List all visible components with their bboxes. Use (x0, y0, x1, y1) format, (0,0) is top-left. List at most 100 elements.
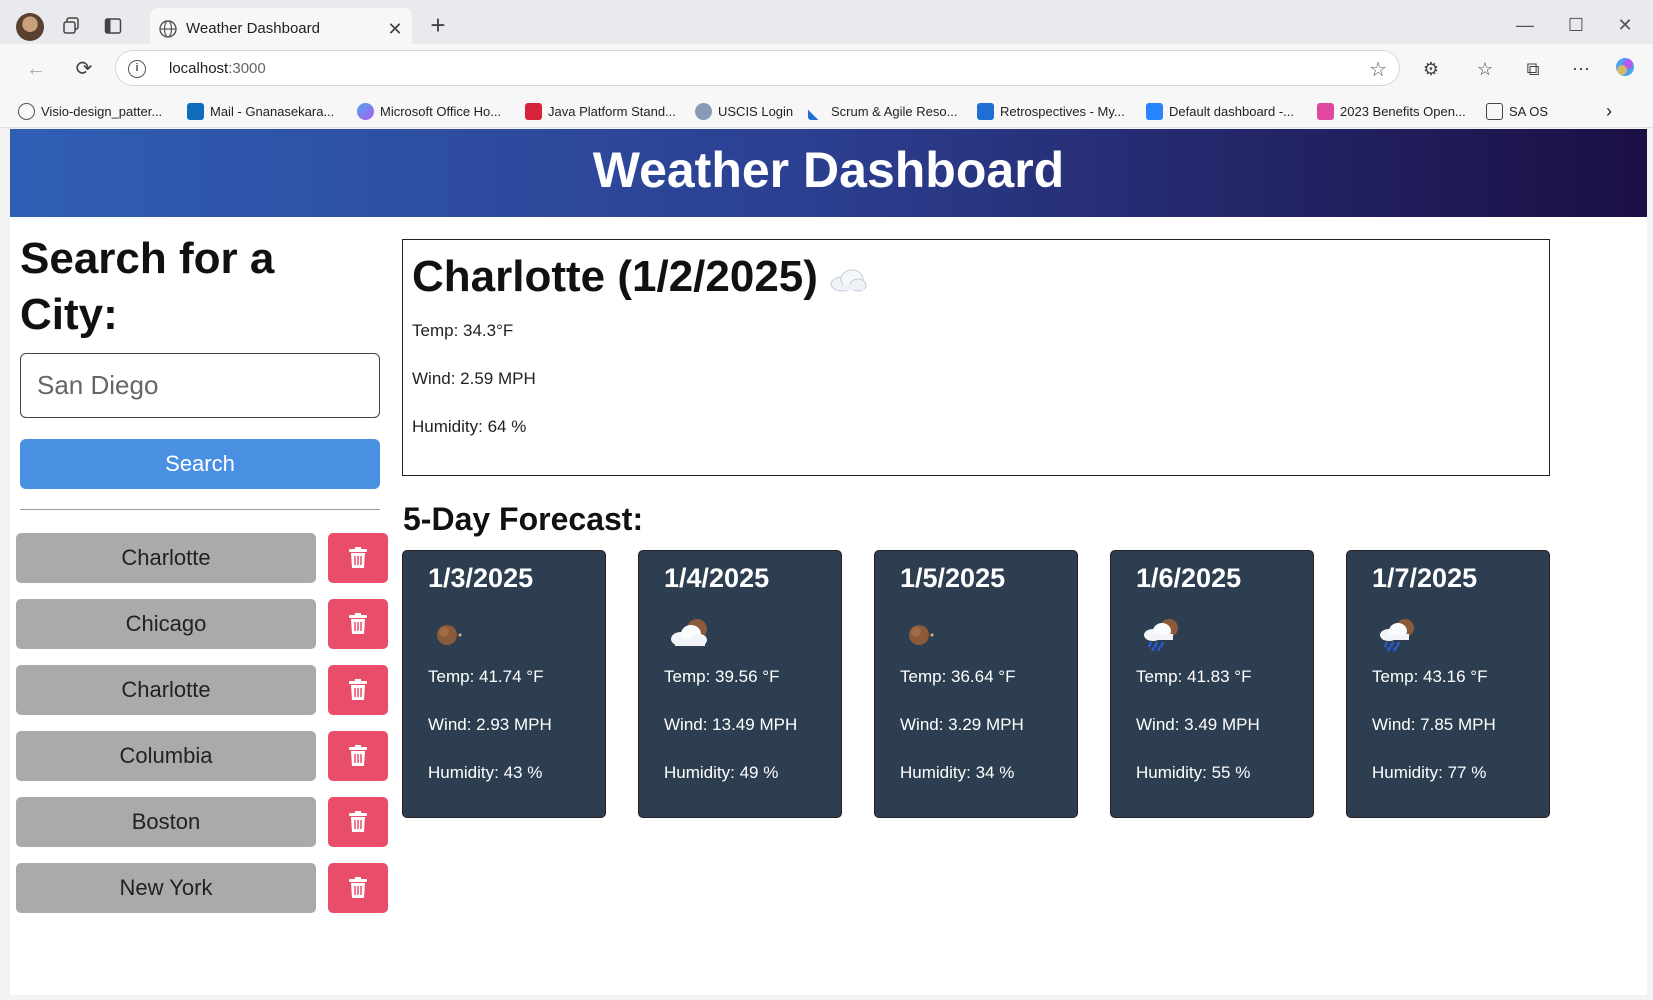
bookmark-item[interactable]: SA OS (1486, 100, 1548, 122)
jira-icon (1146, 102, 1163, 120)
delete-city-button[interactable] (328, 731, 388, 781)
search-history-list: Charlotte Chicago Charlotte Columbia Bos… (16, 533, 396, 929)
tab-title: Weather Dashboard (186, 20, 320, 37)
retrospectives-icon (977, 102, 994, 120)
more-menu-icon[interactable]: ⋯ (1568, 56, 1594, 82)
rain-night-icon (1139, 613, 1189, 653)
browser-window: Weather Dashboard ✕ + — ☐ ✕ ← ⟳ i localh… (0, 0, 1653, 1000)
app-header: Weather Dashboard (10, 129, 1647, 217)
search-button[interactable]: Search (20, 439, 380, 489)
bookmark-item[interactable]: Java Platform Stand... (525, 100, 676, 122)
copilot-icon[interactable] (1612, 56, 1638, 82)
forecast-date: 1/4/2025 (664, 563, 770, 593)
delete-city-button[interactable] (328, 863, 388, 913)
delete-city-button[interactable] (328, 599, 388, 649)
extensions-icon[interactable]: ⚙ (1418, 56, 1444, 82)
history-city-button[interactable]: Charlotte (16, 533, 316, 583)
forecast-card: 1/4/2025 Temp: 39.56 °F Wind: 13.49 MPH … (638, 550, 842, 818)
forecast-wind: Wind: 3.49 MPH (1136, 715, 1260, 734)
forecast-heading: 5-Day Forecast: (403, 501, 644, 537)
globe-icon (18, 102, 35, 120)
delete-city-button[interactable] (328, 533, 388, 583)
bookmark-item[interactable]: Visio-design_patter... (18, 100, 162, 122)
forecast-date: 1/6/2025 (1136, 563, 1242, 593)
site-info-icon[interactable]: i (128, 60, 146, 78)
forecast-temp: Temp: 41.83 °F (1136, 667, 1252, 686)
history-city-button[interactable]: New York (16, 863, 316, 913)
collections-icon[interactable]: ⧉ (1520, 56, 1546, 82)
history-row: Chicago (16, 599, 396, 665)
city-search-input[interactable] (20, 353, 380, 418)
history-city-button[interactable]: Charlotte (16, 665, 316, 715)
more-bookmarks-icon[interactable]: › (1606, 100, 1612, 122)
search-sidebar: Search for a City: Search Charlotte Chic… (10, 217, 390, 995)
bookmark-item[interactable]: 2023 Benefits Open... (1317, 100, 1466, 122)
forecast-temp: Temp: 39.56 °F (664, 667, 780, 686)
folder-icon (1486, 102, 1503, 120)
benefits-icon (1317, 102, 1334, 120)
minimize-button[interactable]: — (1505, 10, 1545, 40)
page-content: Weather Dashboard Search for a City: Sea… (10, 129, 1647, 995)
page-title: Weather Dashboard (592, 142, 1065, 198)
close-tab-icon[interactable]: ✕ (384, 18, 406, 40)
favorite-star-icon[interactable]: ☆ (1369, 57, 1387, 82)
forecast-temp: Temp: 43.16 °F (1372, 667, 1488, 686)
trash-icon (349, 547, 367, 568)
forecast-wind: Wind: 7.85 MPH (1372, 715, 1496, 734)
workspaces-icon[interactable] (58, 13, 84, 39)
current-weather-heading: Charlotte (1/2/2025) (412, 252, 868, 304)
office-icon (357, 102, 374, 120)
forecast-humidity: Humidity: 77 % (1372, 763, 1487, 782)
history-row: Charlotte (16, 533, 396, 599)
trash-icon (349, 679, 367, 700)
back-button[interactable]: ← (22, 55, 50, 83)
delete-city-button[interactable] (328, 797, 388, 847)
favorites-icon[interactable]: ☆ (1472, 56, 1498, 82)
bookmark-item[interactable]: Default dashboard -... (1146, 100, 1294, 122)
scrum-icon (808, 102, 825, 120)
history-row: Boston (16, 797, 396, 863)
forecast-temp: Temp: 41.74 °F (428, 667, 544, 686)
vertical-tabs-icon[interactable] (100, 13, 126, 39)
maximize-button[interactable]: ☐ (1556, 10, 1596, 40)
history-city-button[interactable]: Columbia (16, 731, 316, 781)
profile-avatar[interactable] (16, 13, 44, 41)
address-bar[interactable]: i localhost:3000 ☆ (115, 50, 1400, 86)
bookmark-item[interactable]: USCIS Login (695, 100, 793, 122)
new-tab-button[interactable]: + (424, 12, 452, 40)
address-bar-row: ← ⟳ i localhost:3000 ☆ ⚙ ☆ ⧉ ⋯ (0, 44, 1653, 94)
history-row: New York (16, 863, 396, 929)
forecast-humidity: Humidity: 43 % (428, 763, 543, 782)
oracle-icon (525, 102, 542, 120)
cloud-icon (828, 254, 868, 304)
bookmark-item[interactable]: Microsoft Office Ho... (357, 100, 501, 122)
trash-icon (349, 811, 367, 832)
current-wind: Wind: 2.59 MPH (412, 369, 536, 388)
divider (20, 509, 380, 510)
current-humidity: Humidity: 64 % (412, 417, 527, 436)
current-temp: Temp: 34.3°F (412, 321, 514, 340)
clear-night-icon (431, 613, 481, 653)
reload-button[interactable]: ⟳ (70, 55, 98, 83)
forecast-wind: Wind: 13.49 MPH (664, 715, 798, 734)
close-window-button[interactable]: ✕ (1605, 10, 1645, 40)
history-row: Columbia (16, 731, 396, 797)
bookmark-item[interactable]: Mail - Gnanasekara... (187, 100, 334, 122)
history-city-button[interactable]: Boston (16, 797, 316, 847)
forecast-humidity: Humidity: 55 % (1136, 763, 1251, 782)
bookmark-item[interactable]: Scrum & Agile Reso... (808, 100, 957, 122)
forecast-date: 1/3/2025 (428, 563, 534, 593)
uscis-seal-icon (695, 102, 712, 120)
trash-icon (349, 877, 367, 898)
partly-cloudy-night-icon (667, 613, 717, 653)
current-weather-card: Charlotte (1/2/2025) Temp: 34.3°F Wind: … (402, 239, 1550, 476)
delete-city-button[interactable] (328, 665, 388, 715)
clear-night-icon (903, 613, 953, 653)
forecast-card: 1/3/2025 Temp: 41.74 °F Wind: 2.93 MPH H… (402, 550, 606, 818)
search-heading: Search for a City: (20, 234, 275, 339)
history-city-button[interactable]: Chicago (16, 599, 316, 649)
bookmark-item[interactable]: Retrospectives - My... (977, 100, 1125, 122)
forecast-humidity: Humidity: 34 % (900, 763, 1015, 782)
outlook-icon (187, 102, 204, 120)
history-row: Charlotte (16, 665, 396, 731)
